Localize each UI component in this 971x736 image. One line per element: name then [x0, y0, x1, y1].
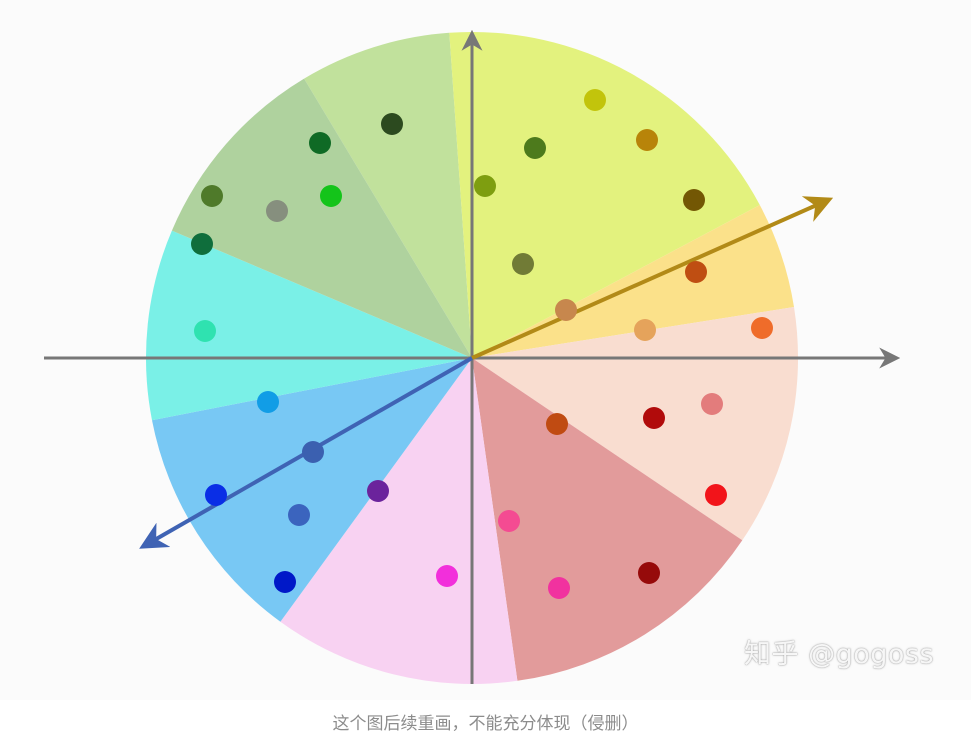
data-point-dot [701, 393, 723, 415]
data-point-dot [274, 571, 296, 593]
data-point-dot [257, 391, 279, 413]
data-point-dot [309, 132, 331, 154]
data-point-dot [367, 480, 389, 502]
image-caption: 这个图后续重画，不能充分体现（侵删） [332, 714, 639, 734]
data-point-dot [685, 261, 707, 283]
data-point-dot [302, 441, 324, 463]
diagram-canvas: 知乎 @gogoss [0, 0, 971, 700]
data-point-dot [584, 89, 606, 111]
data-point-dot [205, 484, 227, 506]
data-point-dot [705, 484, 727, 506]
data-point-dot [474, 175, 496, 197]
data-point-dot [512, 253, 534, 275]
data-point-dot [381, 113, 403, 135]
data-point-dot [751, 317, 773, 339]
data-point-dot [634, 319, 656, 341]
data-point-dot [320, 185, 342, 207]
data-point-dot [191, 233, 213, 255]
data-point-dot [288, 504, 310, 526]
data-point-dot [546, 413, 568, 435]
clustering-circle-diagram [44, 29, 901, 684]
data-point-dot [636, 129, 658, 151]
data-point-dot [194, 320, 216, 342]
data-point-dot [498, 510, 520, 532]
data-point-dot [548, 577, 570, 599]
data-point-dot [436, 565, 458, 587]
data-point-dot [266, 200, 288, 222]
data-point-dot [555, 299, 577, 321]
data-point-dot [524, 137, 546, 159]
watermark-text: 知乎 @gogoss [744, 639, 935, 670]
data-point-dot [643, 407, 665, 429]
data-point-dot [683, 189, 705, 211]
data-point-dot [638, 562, 660, 584]
data-point-dot [201, 185, 223, 207]
